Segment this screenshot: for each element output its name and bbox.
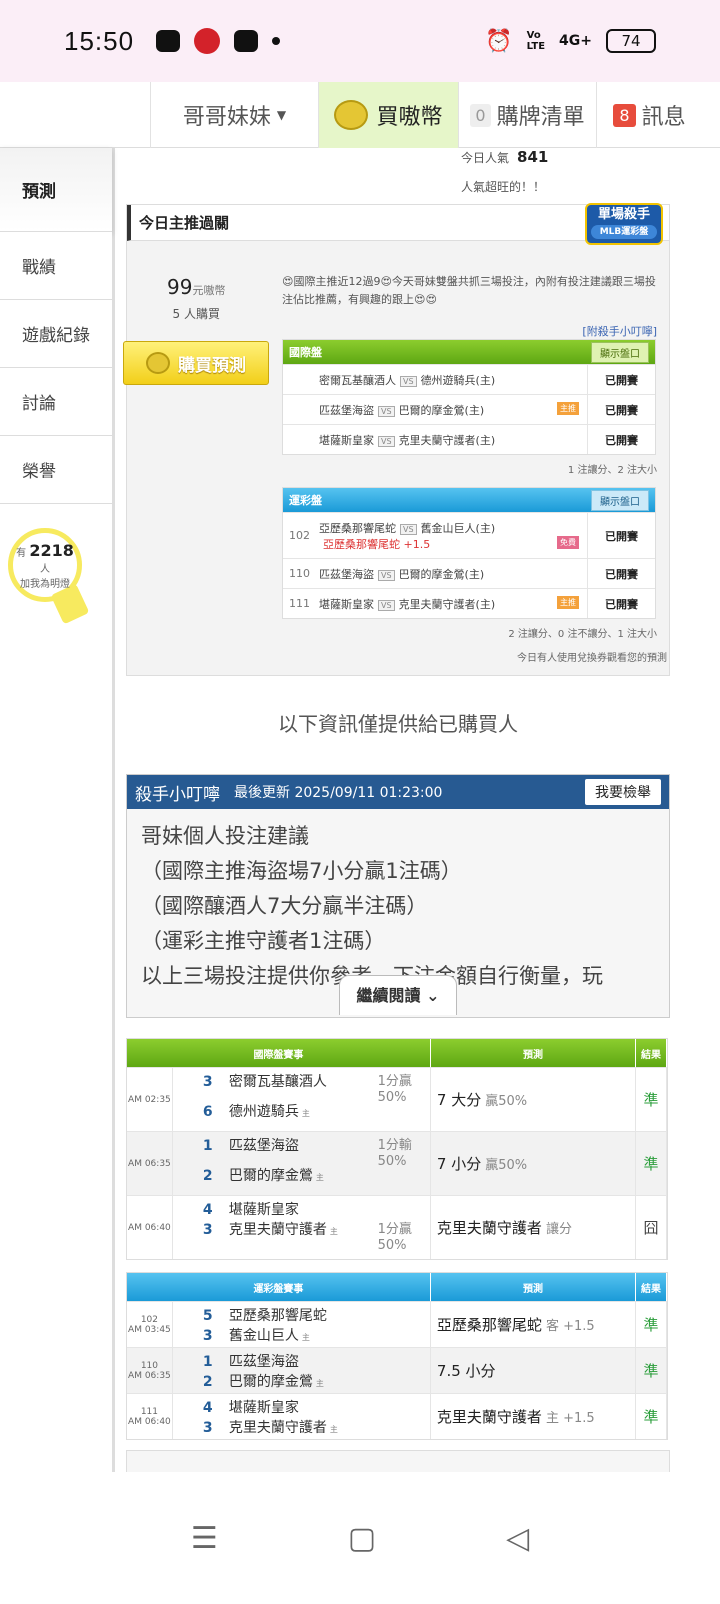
table-row: AM 06:35 1 匹茲堡海盜 1分輸 50% 2 巴爾的摩金鶯主 7 小分 贏50% 準 (127, 1131, 667, 1195)
result-mark: 準 (636, 1394, 667, 1439)
sidebar-item-game-history[interactable]: 遊戲紀錄 (0, 300, 112, 368)
caret-down-icon: ▼ (276, 108, 287, 122)
cart-count-badge: 0 (470, 103, 491, 127)
buyers-only-notice: 以下資訊僅提供給已購買人 (278, 712, 518, 736)
follow-bulb-button[interactable]: 有 2218 人 加我為明燈 (8, 528, 82, 602)
home-square-icon[interactable]: ▢ (348, 1521, 376, 1556)
result-mark: 準 (636, 1068, 667, 1131)
app-icon (194, 28, 221, 54)
menu-icon[interactable]: ☰ (191, 1521, 218, 1556)
buy-coin-button[interactable]: 買嗷幣 (318, 82, 458, 148)
more-dot-icon (272, 37, 281, 45)
free-tag: 免費 (557, 535, 579, 549)
show-odds-button[interactable]: 顯示盤口 (591, 489, 649, 511)
top-nav: 哥哥妹妹 ▼ 買嗷幣 0 購牌清單 8 訊息 (0, 82, 720, 148)
result-mark: 準 (636, 1302, 667, 1347)
brand-dropdown[interactable]: 哥哥妹妹 ▼ (150, 82, 318, 148)
sports-table: 運彩盤 顯示盤口 102 亞歷桑那響尾蛇 VS 舊金山巨人(主) 亞歷桑那響尾蛇 +1.5… (282, 487, 656, 619)
killer-badge: 單場殺手 MLB運彩盤 (585, 203, 663, 245)
messages-button[interactable]: 8 訊息 (596, 82, 702, 148)
youtube-icon (234, 30, 259, 52)
today-pick-box: 今日主推過關 單場殺手 MLB運彩盤 99元嗷幣 5 人購買 購買預測 😍國際主推… (123, 203, 670, 676)
buy-prediction-button[interactable]: 購買預測 (123, 341, 269, 385)
sidebar-item-honor[interactable]: 榮譽 (0, 436, 112, 504)
killer-note-link[interactable]: [附殺手小叮嚀] (582, 323, 657, 339)
intl-results-table: 國際盤賽事 預測 結果 AM 02:35 3 密爾瓦基釀酒人 1分贏 50% 6 德州遊騎兵主… (126, 1038, 668, 1260)
result-mark: 囧 (636, 1196, 667, 1259)
cart-button[interactable]: 0 購牌清單 (458, 82, 596, 148)
table-row: 110 AM 06:35 1 匹茲堡海盜 2 巴爾的摩金鶯主 7.5 小分 準 (127, 1347, 667, 1393)
sidebar-item-predict[interactable]: 預測 (0, 148, 112, 232)
killer-tip-box: 殺手小叮嚀 最後更新 2025/09/11 01:23:00 我要檢舉 哥妹個人投注… (126, 774, 670, 1018)
chevron-down-icon: ⌄ (426, 986, 440, 1005)
chat-icon (156, 30, 181, 52)
coin-icon (334, 100, 369, 130)
popularity: 今日人氣 841 人氣超旺的！！ (461, 148, 549, 194)
table-row: 堪薩斯皇家 VS 克里夫蘭守護者(主) 已開賽 (283, 424, 655, 454)
system-nav-bar: ☰ ▢ ◁ (0, 1472, 720, 1604)
sports-results-table: 運彩盤賽事 預測 結果 102 AM 03:45 5 亞歷桑那響尾蛇 3 舊金山巨人主 亞歷… (126, 1272, 668, 1440)
message-count-badge: 8 (613, 103, 636, 127)
status-time: 15:50 (64, 25, 135, 56)
price-block: 99元嗷幣 5 人購買 (167, 275, 226, 321)
alarm-icon: ⏰ (485, 28, 513, 54)
show-odds-button[interactable]: 顯示盤口 (591, 341, 649, 363)
table-row: 110 匹茲堡海盜 VS 巴爾的摩金鶯(主) 已開賽 (283, 558, 655, 588)
signal-icon: 4G+ (559, 33, 592, 49)
sidebar: 預測 戰績 遊戲紀錄 討論 榮譽 有 2218 人 加我為明燈 (0, 148, 115, 1508)
main-pick-tag: 主推 (557, 401, 579, 415)
table-row: 111 AM 06:40 4 堪薩斯皇家 3 克里夫蘭守護者主 克里夫蘭守護者主 +1.… (127, 1393, 667, 1439)
table-row: 102 AM 03:45 5 亞歷桑那響尾蛇 3 舊金山巨人主 亞歷桑那響尾蛇客 +1.… (127, 1301, 667, 1347)
fans-count: 2218 (29, 540, 74, 560)
main-pick-tag: 主推 (557, 595, 579, 609)
table-row: AM 06:40 4 堪薩斯皇家 3 克里夫蘭守護者主 1分贏 50% 克里夫蘭守護者 讓分… (127, 1195, 667, 1259)
sidebar-item-discussion[interactable]: 討論 (0, 368, 112, 436)
fans-note: 加我為明燈 (20, 578, 70, 590)
result-mark: 準 (636, 1348, 667, 1393)
read-more-button[interactable]: 繼續閱讀 ⌄ (339, 975, 457, 1015)
volte-icon: Vo LTE (526, 30, 546, 52)
intl-table: 國際盤 顯示盤口 密爾瓦基釀酒人 VS 德州遊騎兵(主) 已開賽 匹茲堡海盜 VS 巴爾的摩… (282, 339, 656, 455)
table-row: 匹茲堡海盜 VS 巴爾的摩金鶯(主) 主推 已開賽 (283, 394, 655, 424)
back-icon[interactable]: ◁ (506, 1521, 529, 1556)
table-row: 密爾瓦基釀酒人 VS 德州遊騎兵(主) 已開賽 (283, 364, 655, 394)
result-mark: 準 (636, 1132, 667, 1195)
table-row: AM 02:35 3 密爾瓦基釀酒人 1分贏 50% 6 德州遊騎兵主 7 大分 贏50% … (127, 1067, 667, 1131)
table-row: 102 亞歷桑那響尾蛇 VS 舊金山巨人(主) 亞歷桑那響尾蛇 +1.5 免費 已開賽 (283, 512, 655, 558)
report-button[interactable]: 我要檢舉 (585, 779, 661, 805)
pick-description: 😍國際主推近12過9😍今天哥妹雙盤共抓三場投注，內附有投注建議跟三場投注佔比推薦… (282, 275, 656, 306)
coin-icon (146, 352, 170, 374)
status-bar: 15:50 ⏰ Vo LTE 4G+ 74 (0, 0, 720, 82)
sidebar-item-record[interactable]: 戰績 (0, 232, 112, 300)
battery-icon: 74 (606, 29, 656, 53)
table-row: 111 堪薩斯皇家 VS 克里夫蘭守護者(主) 主推 已開賽 (283, 588, 655, 618)
